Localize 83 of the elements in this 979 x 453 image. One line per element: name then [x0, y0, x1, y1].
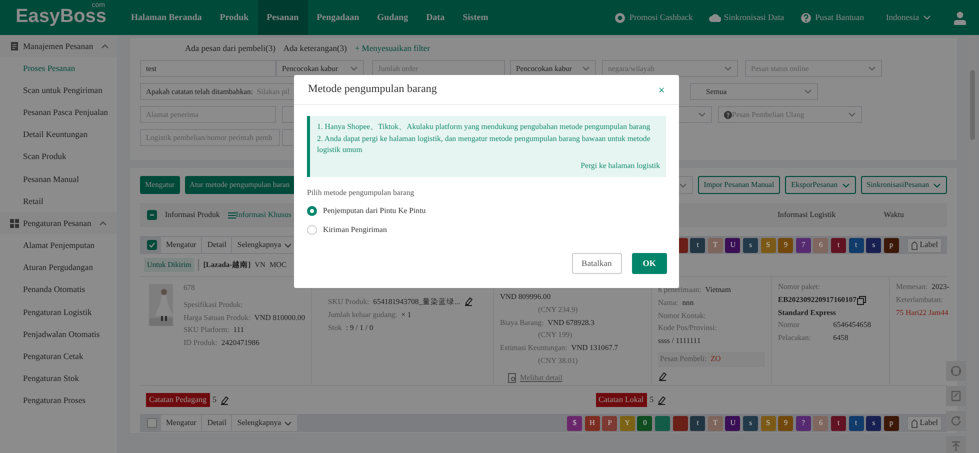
chevron-down-icon: [350, 66, 358, 71]
sidebar-item[interactable]: Pesanan Pasca Penjualan: [0, 101, 117, 124]
sidebar-item[interactable]: Scan untuk Pengiriman: [0, 79, 117, 102]
sidebar-item[interactable]: Pesanan Manual: [0, 168, 117, 190]
refresh-button[interactable]: [946, 411, 966, 431]
tag-icon: [910, 240, 918, 250]
nav-tab[interactable]: Produk: [210, 0, 258, 35]
check-icon: [148, 241, 156, 249]
nav-tab[interactable]: Sistem: [454, 0, 498, 35]
upload-button[interactable]: [946, 436, 966, 453]
chevron-down-icon: [868, 66, 876, 71]
edit-icon: [220, 395, 229, 405]
sidebar-item[interactable]: Detail Keuntungan: [0, 124, 117, 146]
sidebar-item[interactable]: Aturan Pergudangan: [0, 256, 117, 279]
chevron-down-icon: [933, 182, 941, 188]
chevron-down-icon: [582, 66, 590, 71]
document-icon: [10, 41, 19, 51]
note-badge: Catatan Pedagang: [146, 393, 210, 407]
chevron-down-icon: [724, 66, 732, 71]
chevron-down-icon: [842, 182, 850, 188]
sidebar-item[interactable]: Pengaturan Logistik: [0, 300, 117, 324]
cloud-icon: [708, 12, 721, 24]
list-icon: [228, 212, 236, 218]
nav-link[interactable]: Pusat Bantuan: [800, 11, 864, 24]
cancel-button[interactable]: Batalkan: [572, 252, 622, 274]
edit-icon: [656, 395, 666, 405]
edit-icon: [658, 370, 667, 381]
radio-button[interactable]: [307, 206, 317, 216]
sidebar-group-header[interactable]: Manajemen Pesanan: [0, 35, 117, 57]
sidebar-group-header[interactable]: Pengaturan Pesanan: [0, 212, 117, 234]
sidebar-item[interactable]: Retail: [0, 190, 117, 212]
copy-icon[interactable]: [857, 296, 866, 305]
nav-link[interactable]: Sinkronisasi Data: [708, 11, 784, 24]
help-icon: [800, 12, 812, 24]
ok-button[interactable]: OK: [632, 252, 667, 274]
customize-filter-link[interactable]: + Menyesuaikan filter: [354, 42, 430, 54]
headset-button[interactable]: [946, 361, 966, 381]
upload-icon: [950, 440, 962, 452]
sidebar-item[interactable]: Penanda Otomatis: [0, 278, 117, 301]
chevron-down-icon: [284, 420, 292, 426]
nav-tab[interactable]: Pengadaan: [308, 0, 368, 35]
document-search-icon: [508, 373, 517, 384]
sidebar-item[interactable]: Pengaturan Proses: [0, 390, 117, 412]
language-selector[interactable]: Indonesia: [880, 10, 937, 25]
nav-tab[interactable]: Pesanan: [258, 0, 308, 35]
quick-filter[interactable]: Ada pesan dari pembeli(3): [185, 42, 276, 54]
sidebar-item[interactable]: Scan Produk: [0, 146, 117, 168]
nav-tab[interactable]: Data: [417, 0, 454, 35]
checkbox[interactable]: [147, 418, 157, 428]
note-count: 5: [650, 394, 654, 406]
sidebar-item[interactable]: Pengaturan Stok: [0, 367, 117, 390]
nav-link[interactable]: Promosi Cashback: [614, 11, 693, 24]
note-button[interactable]: [946, 386, 966, 406]
close-button[interactable]: ×: [658, 80, 665, 98]
chevron-down-icon: [848, 112, 856, 117]
nav-tab[interactable]: Halaman Beranda: [122, 0, 211, 35]
coin-icon: [614, 12, 626, 24]
checkbox[interactable]: [147, 210, 157, 220]
chevron-down-icon: [698, 112, 706, 117]
radio-button[interactable]: [307, 224, 317, 234]
refresh-icon: [950, 415, 962, 427]
nav-tab[interactable]: Gudang: [368, 0, 418, 35]
user-icon[interactable]: [953, 10, 967, 24]
chevron-down-icon: [284, 242, 292, 248]
chevron-down-icon: [678, 182, 687, 188]
chevron-down-icon: [923, 15, 931, 20]
label-button[interactable]: Label: [906, 238, 942, 252]
note-icon: [950, 390, 962, 402]
edit-icon: [464, 296, 474, 306]
sidebar-item[interactable]: Penjadwalan Otomatis: [0, 323, 117, 346]
checkbox[interactable]: [147, 240, 157, 250]
chevron-down-icon: [804, 89, 812, 94]
sidebar-item[interactable]: Pengaturan Cetak: [0, 345, 117, 368]
sidebar-item[interactable]: Proses Pesanan: [0, 57, 117, 80]
note-count: 5: [212, 394, 217, 406]
tag-icon: [910, 418, 918, 428]
quick-filter[interactable]: Ada keterangan(3): [283, 42, 347, 54]
sidebar-item[interactable]: Alamat Penjemputan: [0, 234, 117, 256]
headset-icon: [950, 365, 962, 377]
grid-icon: [10, 218, 19, 228]
help-icon: [724, 110, 732, 118]
label-button[interactable]: Label: [906, 416, 942, 430]
note-badge: Catatan Lokal: [596, 393, 647, 407]
